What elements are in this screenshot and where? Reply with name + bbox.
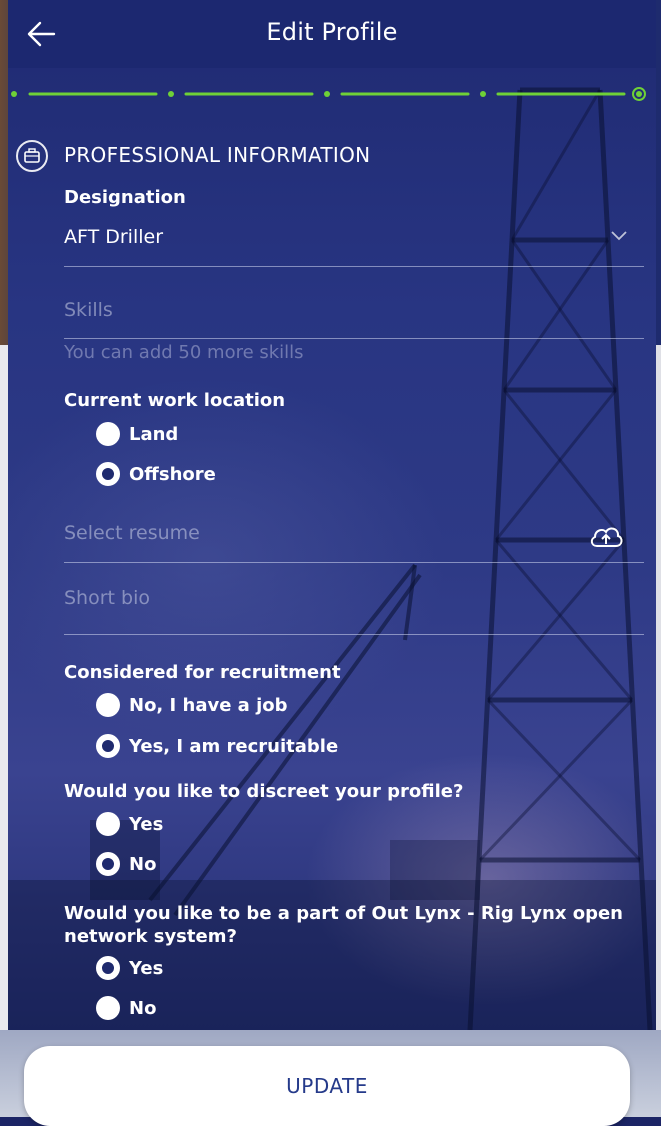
radio-label: No <box>129 997 157 1019</box>
radio-unselected-icon <box>96 812 120 836</box>
skills-input[interactable]: Skills <box>64 299 113 321</box>
radio-selected-icon <box>96 852 120 876</box>
section-title: PROFESSIONAL INFORMATION <box>64 143 371 167</box>
discreet-label: Would you like to discreet your profile? <box>64 781 464 802</box>
stepper-dot-1 <box>11 91 17 97</box>
radio-network-no[interactable]: No <box>96 994 156 1022</box>
short-bio-underline <box>64 634 644 635</box>
update-button-label: UPDATE <box>286 1074 368 1098</box>
background-image <box>0 0 661 1117</box>
radio-label: No <box>129 853 157 875</box>
radio-label: Offshore <box>129 463 216 485</box>
progress-stepper <box>11 87 646 101</box>
radio-network-yes[interactable]: Yes <box>96 954 163 982</box>
update-button[interactable]: UPDATE <box>24 1046 630 1126</box>
work-location-label: Current work location <box>64 390 286 411</box>
briefcase-icon <box>16 140 48 172</box>
radio-label: Land <box>129 423 179 445</box>
page-title: Edit Profile <box>266 18 398 46</box>
chevron-down-icon[interactable] <box>610 228 628 242</box>
designation-label: Designation <box>64 187 186 208</box>
stepper-dot-2 <box>168 91 174 97</box>
radio-selected-icon <box>96 462 120 486</box>
radio-label: Yes <box>129 813 164 835</box>
recruitment-label: Considered for recruitment <box>64 662 341 683</box>
radio-unselected-icon <box>96 996 120 1020</box>
app-header: Edit Profile <box>8 0 656 68</box>
designation-underline <box>64 266 644 267</box>
resume-select-input[interactable]: Select resume <box>64 522 200 544</box>
skills-hint: You can add 50 more skills <box>64 342 304 363</box>
oil-rig-silhouette <box>8 87 656 1031</box>
stepper-dot-4 <box>480 91 486 97</box>
skills-underline <box>64 338 644 339</box>
short-bio-input[interactable]: Short bio <box>64 587 150 609</box>
designation-select[interactable]: AFT Driller <box>64 226 163 248</box>
radio-offshore[interactable]: Offshore <box>96 460 216 488</box>
stepper-dot-3 <box>324 91 330 97</box>
radio-no-have-job[interactable]: No, I have a job <box>96 691 288 719</box>
radio-land[interactable]: Land <box>96 420 178 448</box>
radio-yes-recruitable[interactable]: Yes, I am recruitable <box>96 732 338 760</box>
radio-label: No, I have a job <box>129 694 288 716</box>
upload-cloud-icon[interactable] <box>588 522 624 550</box>
stepper-dot-5 <box>636 91 642 97</box>
background-edge-left <box>0 345 8 1117</box>
background-edge-right <box>656 345 661 1117</box>
radio-unselected-icon <box>96 693 120 717</box>
radio-selected-icon <box>96 734 120 758</box>
radio-discreet-yes[interactable]: Yes <box>96 810 163 838</box>
radio-unselected-icon <box>96 422 120 446</box>
radio-label: Yes, I am recruitable <box>129 735 339 757</box>
resume-underline <box>64 562 644 563</box>
radio-selected-icon <box>96 956 120 980</box>
radio-discreet-no[interactable]: No <box>96 850 156 878</box>
network-label: Would you like to be a part of Out Lynx … <box>64 903 623 947</box>
radio-label: Yes <box>129 957 164 979</box>
